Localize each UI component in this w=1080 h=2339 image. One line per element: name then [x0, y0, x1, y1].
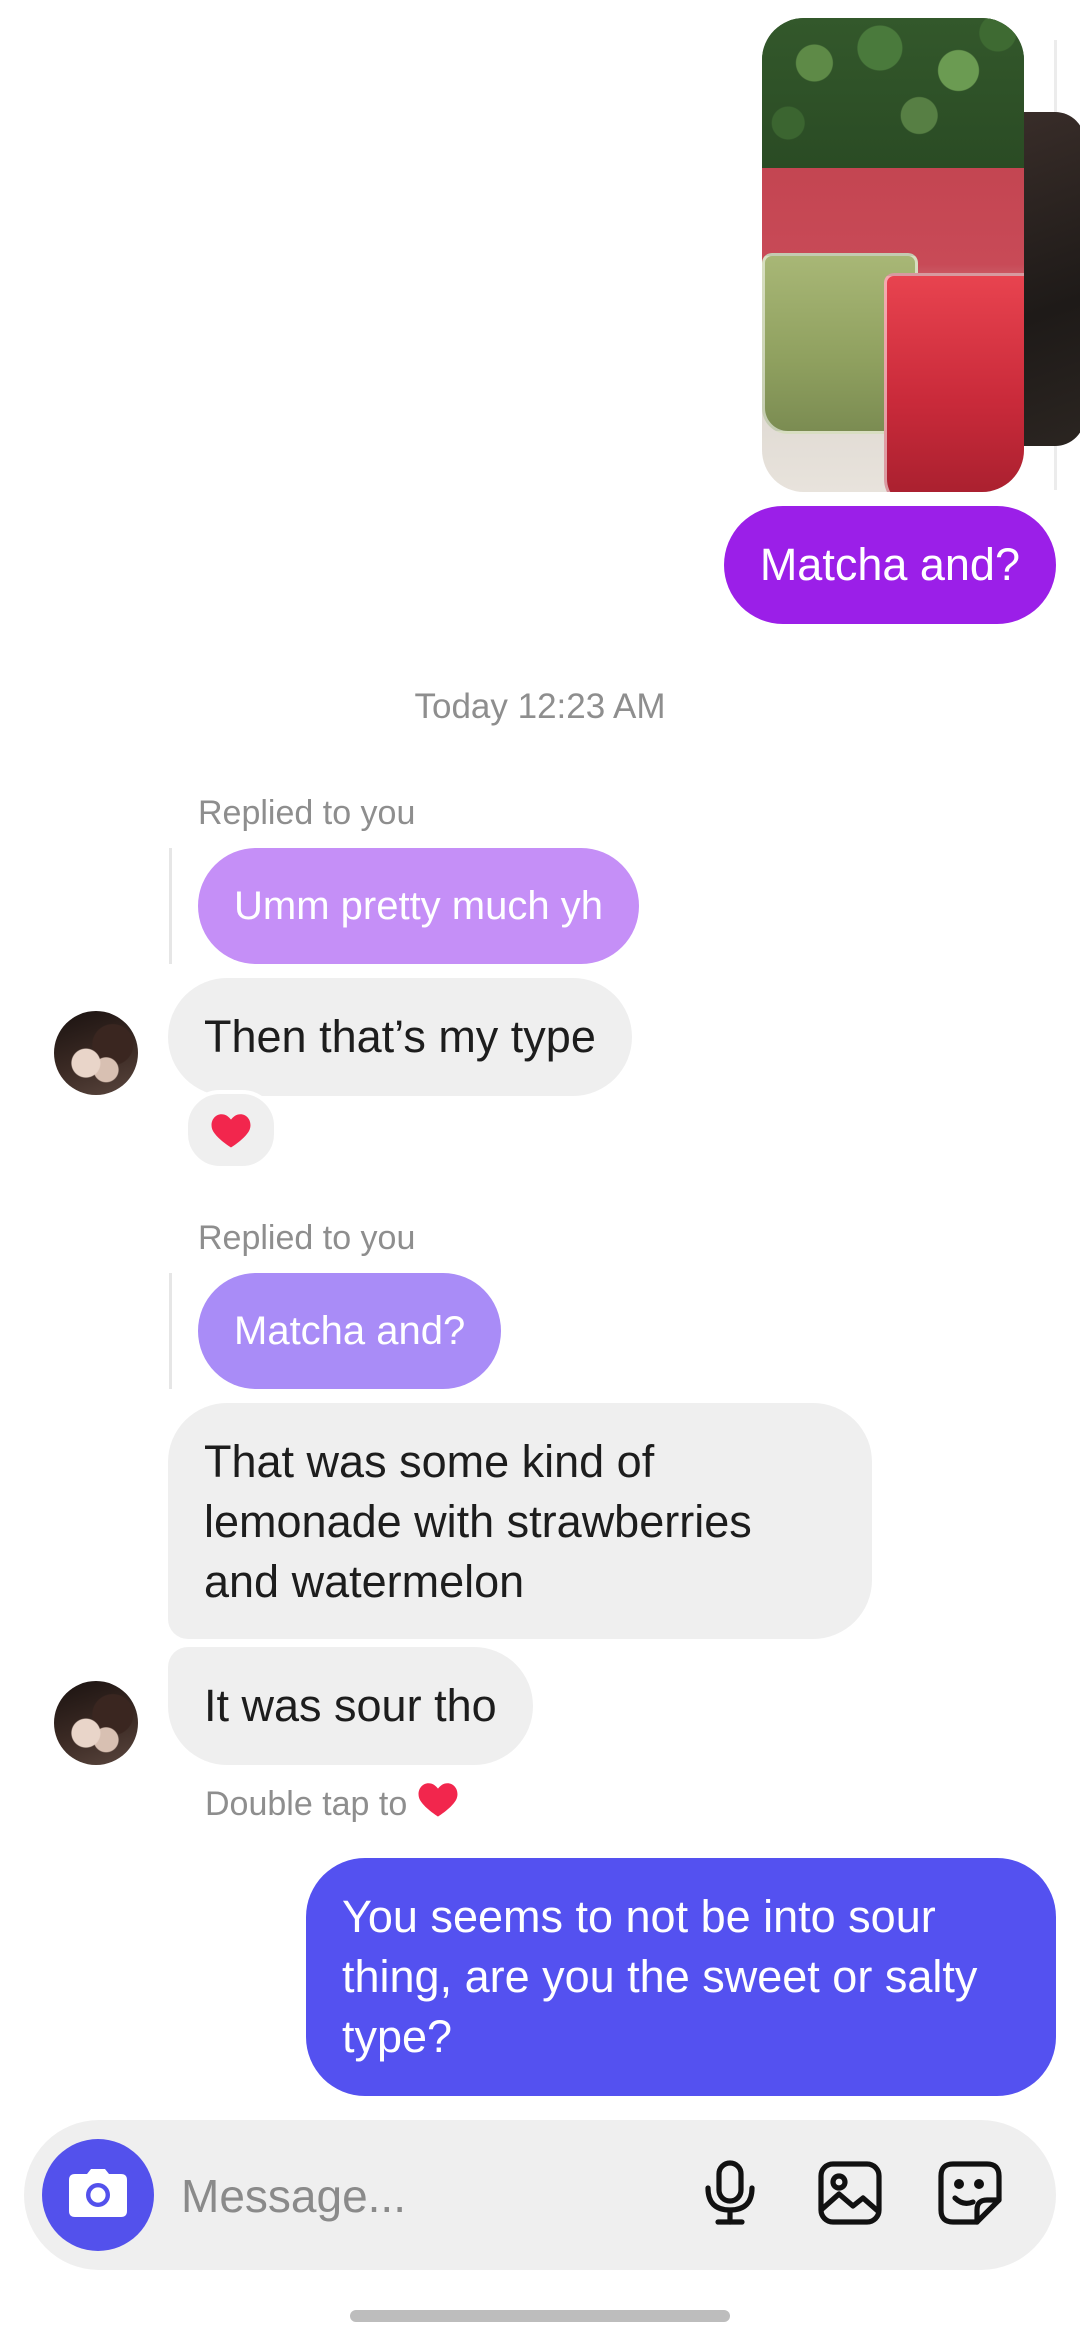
replied-to-you-label: Replied to you [198, 794, 416, 832]
heart-icon [210, 1110, 252, 1150]
replied-to-you-label: Replied to you [198, 1219, 416, 1257]
microphone-button[interactable] [696, 2159, 764, 2231]
camera-icon [67, 2167, 129, 2224]
microphone-icon [702, 2159, 758, 2231]
shared-photo-drinks[interactable] [762, 18, 1024, 492]
camera-button[interactable] [42, 2139, 154, 2251]
sticker-button[interactable] [936, 2160, 1004, 2231]
reply-quote-bar [169, 848, 172, 964]
contact-avatar[interactable] [54, 1011, 138, 1095]
double-tap-hint: Double tap to [205, 1779, 459, 1828]
double-tap-label: Double tap to [205, 1784, 408, 1823]
message-input[interactable] [179, 2164, 683, 2228]
home-indicator[interactable] [350, 2310, 730, 2322]
incoming-message[interactable]: Then that’s my type [168, 978, 632, 1096]
photo-lemonade-cup [884, 273, 1024, 492]
outgoing-message[interactable]: Matcha and? [723, 506, 1056, 624]
gallery-icon [817, 2160, 883, 2231]
quoted-message[interactable]: Umm pretty much yh [198, 848, 639, 964]
heart-icon [417, 1779, 459, 1828]
gallery-button[interactable] [816, 2160, 884, 2231]
thread-timestamp: Today 12:23 AM [414, 687, 666, 726]
photo-foliage [762, 18, 1024, 168]
heart-reaction[interactable] [184, 1090, 278, 1170]
sticker-icon [937, 2160, 1003, 2231]
reply-quote-bar [169, 1273, 172, 1389]
quoted-message[interactable]: Matcha and? [198, 1273, 502, 1389]
message-composer [24, 2120, 1056, 2270]
incoming-message[interactable]: It was sour tho [168, 1647, 533, 1765]
contact-avatar[interactable] [54, 1681, 138, 1765]
incoming-message[interactable]: That was some kind of lemonade with stra… [168, 1403, 872, 1639]
outgoing-message[interactable]: You seems to not be into sour thing, are… [306, 1858, 1056, 2096]
